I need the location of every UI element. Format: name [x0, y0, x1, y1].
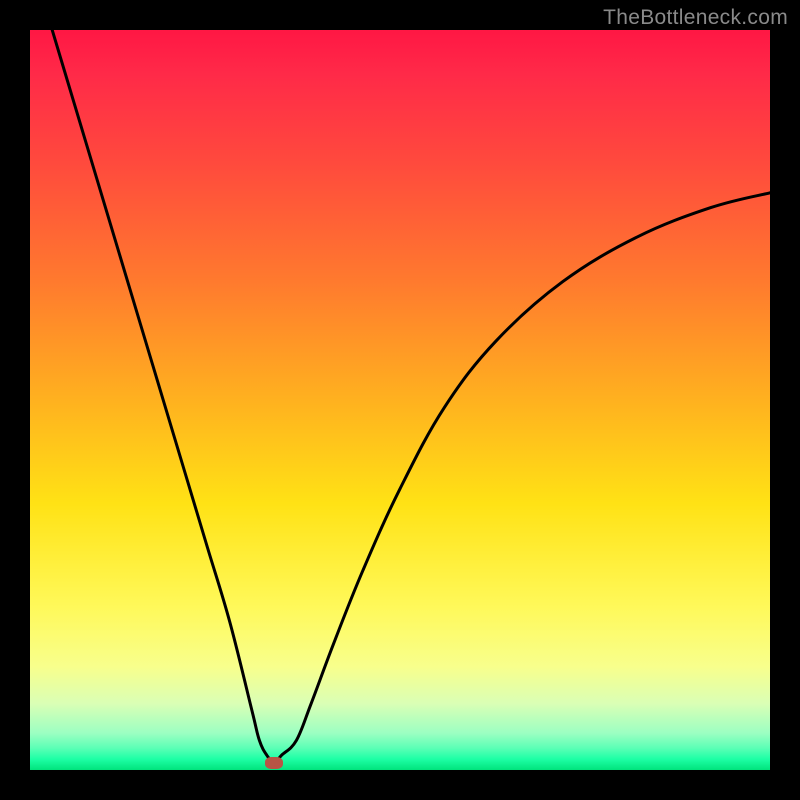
- plot-area: [30, 30, 770, 770]
- watermark-text: TheBottleneck.com: [603, 6, 788, 30]
- bottleneck-curve: [30, 30, 770, 770]
- optimal-marker: [265, 757, 283, 769]
- chart-frame: TheBottleneck.com: [0, 0, 800, 800]
